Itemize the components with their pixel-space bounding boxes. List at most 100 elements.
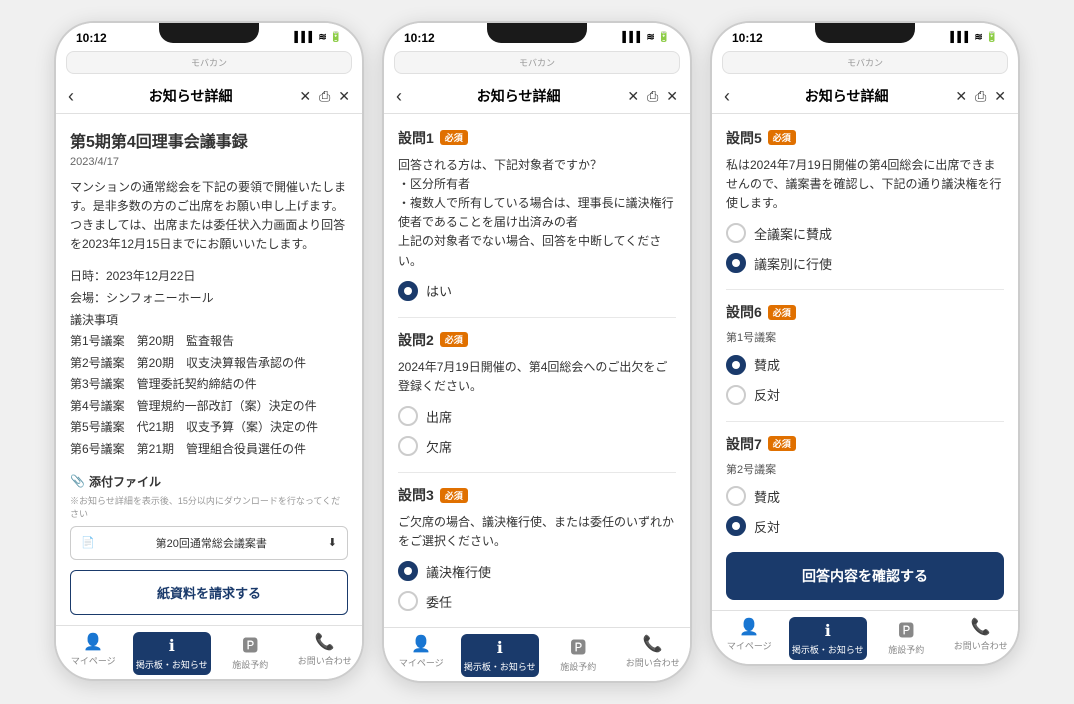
q-sub-label-3-2: 第1号議案	[726, 330, 1004, 347]
contact-label-2: お問い合わせ	[626, 656, 680, 669]
confirm-button-3[interactable]: 回答内容を確認する	[726, 552, 1004, 600]
bottom-nav-contact-3[interactable]: 📞 お問い合わせ	[944, 617, 1019, 660]
download-icon[interactable]: ⬇	[328, 536, 337, 549]
question-header-3-2: 設問6 必須	[726, 302, 1004, 322]
bottom-nav-contact-1[interactable]: 📞 お問い合わせ	[288, 632, 363, 675]
question-header-2-2: 設問2 必須	[398, 330, 676, 350]
question-block-2-2: 設問2 必須 2024年7月19日開催の、第4回総会へのご出欠をご登録ください。…	[398, 330, 676, 456]
parking-label-1: 施設予約	[232, 658, 268, 671]
mypage-icon-3: 👤	[739, 617, 759, 637]
notch-1	[159, 23, 259, 43]
bottom-nav-news-1[interactable]: ℹ 掲示板・お知らせ	[133, 632, 212, 675]
nav-bar-2: ‹ お知らせ詳細 ✕ ⎙ ✕	[384, 80, 690, 114]
bottom-nav-mypage-3[interactable]: 👤 マイページ	[712, 617, 787, 660]
radio-option-2-1-0[interactable]: はい	[398, 281, 676, 301]
attachment-note-1: ※お知らせ詳細を表示後、15分以内にダウンロードを行なってください	[70, 494, 348, 520]
radio-option-3-3-0[interactable]: 賛成	[726, 486, 1004, 506]
back-button-2[interactable]: ‹	[396, 86, 402, 107]
attachment-label-1: 📎 添付ファイル	[70, 473, 348, 490]
question-number-2-3: 設問3	[398, 485, 434, 505]
close-x-button-1[interactable]: ✕	[338, 88, 350, 105]
radio-circle-3-3-0[interactable]	[726, 486, 746, 506]
radio-option-2-3-0[interactable]: 議決権行使	[398, 561, 676, 581]
radio-option-3-3-1[interactable]: 反対	[726, 516, 1004, 536]
bottom-nav-mypage-1[interactable]: 👤 マイページ	[56, 632, 131, 675]
divider-2-1	[398, 317, 676, 318]
info-line-7: 第5号議案 代21期 収支予算（案）決定の件	[70, 417, 348, 439]
browser-bar-3: モバカン	[722, 51, 1008, 74]
browser-bar-1: モバカン	[66, 51, 352, 74]
close-button-2[interactable]: ✕	[627, 88, 639, 105]
bottom-nav-1: 👤 マイページ ℹ 掲示板・お知らせ 🅿 施設予約 📞 お問い合わせ	[56, 625, 362, 679]
radio-circle-3-2-1[interactable]	[726, 385, 746, 405]
bottom-nav-mypage-2[interactable]: 👤 マイページ	[384, 634, 459, 677]
body-paragraph-1: マンションの通常総会を下記の要領で開催いたします。是非多数の方のご出席をお願い申…	[70, 178, 348, 255]
question-number-3-1: 設問5	[726, 128, 762, 148]
phone-1: 10:12 ▌▌▌ ≋ 🔋 モバカン ‹ お知らせ詳細 ✕ ⎙ ✕ 第5期第4回…	[54, 21, 364, 681]
radio-option-2-2-0[interactable]: 出席	[398, 406, 676, 426]
mypage-icon-2: 👤	[411, 634, 431, 654]
file-icon: 📄	[81, 536, 95, 549]
bottom-nav-2: 👤 マイページ ℹ 掲示板・お知らせ 🅿 施設予約 📞 お問い合わせ	[384, 627, 690, 681]
radio-circle-3-2-0[interactable]	[726, 355, 746, 375]
contact-label-1: お問い合わせ	[298, 654, 352, 667]
radio-option-2-2-1[interactable]: 欠席	[398, 436, 676, 456]
content-title-1: 第5期第4回理事会議事録	[70, 128, 348, 152]
share-button-2[interactable]: ⎙	[647, 88, 658, 105]
radio-circle-2-2-0[interactable]	[398, 406, 418, 426]
question-header-2-3: 設問3 必須	[398, 485, 676, 505]
radio-circle-2-2-1[interactable]	[398, 436, 418, 456]
status-icons-3: ▌▌▌ ≋ 🔋	[950, 32, 998, 43]
radio-label-2-2-1: 欠席	[426, 437, 452, 456]
close-x-button-2[interactable]: ✕	[666, 88, 678, 105]
news-icon-2: ℹ	[497, 638, 503, 658]
required-badge-2-1: 必須	[440, 130, 468, 145]
info-line-8: 第6号議案 第21期 管理組合役員選任の件	[70, 439, 348, 461]
nav-bar-1: ‹ お知らせ詳細 ✕ ⎙ ✕	[56, 80, 362, 114]
question-number-3-3: 設問7	[726, 434, 762, 454]
back-button-3[interactable]: ‹	[724, 86, 730, 107]
attachment-section-1: 📎 添付ファイル ※お知らせ詳細を表示後、15分以内にダウンロードを行なってくだ…	[70, 473, 348, 560]
radio-circle-3-1-1[interactable]	[726, 253, 746, 273]
required-badge-3-2: 必須	[768, 305, 796, 320]
radio-circle-2-1-0[interactable]	[398, 281, 418, 301]
nav-title-2: お知らせ詳細	[410, 86, 627, 106]
radio-circle-3-3-1[interactable]	[726, 516, 746, 536]
bottom-nav-parking-3[interactable]: 🅿 施設予約	[869, 617, 944, 660]
radio-option-3-1-0[interactable]: 全議案に賛成	[726, 223, 1004, 243]
bottom-nav-news-3[interactable]: ℹ 掲示板・お知らせ	[789, 617, 868, 660]
close-button-1[interactable]: ✕	[299, 88, 311, 105]
close-button-3[interactable]: ✕	[955, 88, 967, 105]
share-button-3[interactable]: ⎙	[975, 88, 986, 105]
share-button-1[interactable]: ⎙	[319, 88, 330, 105]
radio-circle-3-1-0[interactable]	[726, 223, 746, 243]
bottom-nav-parking-2[interactable]: 🅿 施設予約	[541, 634, 616, 677]
radio-option-3-2-0[interactable]: 賛成	[726, 355, 1004, 375]
radio-label-3-2-1: 反対	[754, 385, 780, 404]
notch-2	[487, 23, 587, 43]
close-x-button-3[interactable]: ✕	[994, 88, 1006, 105]
bottom-nav-news-2[interactable]: ℹ 掲示板・お知らせ	[461, 634, 540, 677]
bottom-nav-parking-1[interactable]: 🅿 施設予約	[213, 632, 288, 675]
back-button-1[interactable]: ‹	[68, 86, 74, 107]
radio-label-2-2-0: 出席	[426, 407, 452, 426]
radio-circle-2-3-0[interactable]	[398, 561, 418, 581]
nav-title-1: お知らせ詳細	[82, 86, 299, 106]
radio-circle-2-3-1[interactable]	[398, 591, 418, 611]
question-header-3-3: 設問7 必須	[726, 434, 1004, 454]
radio-option-2-3-1[interactable]: 委任	[398, 591, 676, 611]
parking-icon-3: 🅿	[898, 617, 914, 641]
paper-request-button[interactable]: 紙資料を請求する	[70, 570, 348, 615]
radio-option-3-2-1[interactable]: 反対	[726, 385, 1004, 405]
radio-option-3-1-1[interactable]: 議案別に行使	[726, 253, 1004, 273]
news-icon-3: ℹ	[825, 621, 831, 641]
nav-title-3: お知らせ詳細	[738, 86, 955, 106]
clip-icon: 📎	[70, 474, 85, 488]
attachment-file-1[interactable]: 📄 第20回通常総会議案書 ⬇	[70, 526, 348, 560]
nav-actions-2: ✕ ⎙ ✕	[627, 88, 678, 105]
divider-3-1	[726, 289, 1004, 290]
divider-2-2	[398, 472, 676, 473]
nav-actions-3: ✕ ⎙ ✕	[955, 88, 1006, 105]
info-line-4: 第2号議案 第20期 収支決算報告承認の件	[70, 353, 348, 375]
bottom-nav-contact-2[interactable]: 📞 お問い合わせ	[616, 634, 691, 677]
